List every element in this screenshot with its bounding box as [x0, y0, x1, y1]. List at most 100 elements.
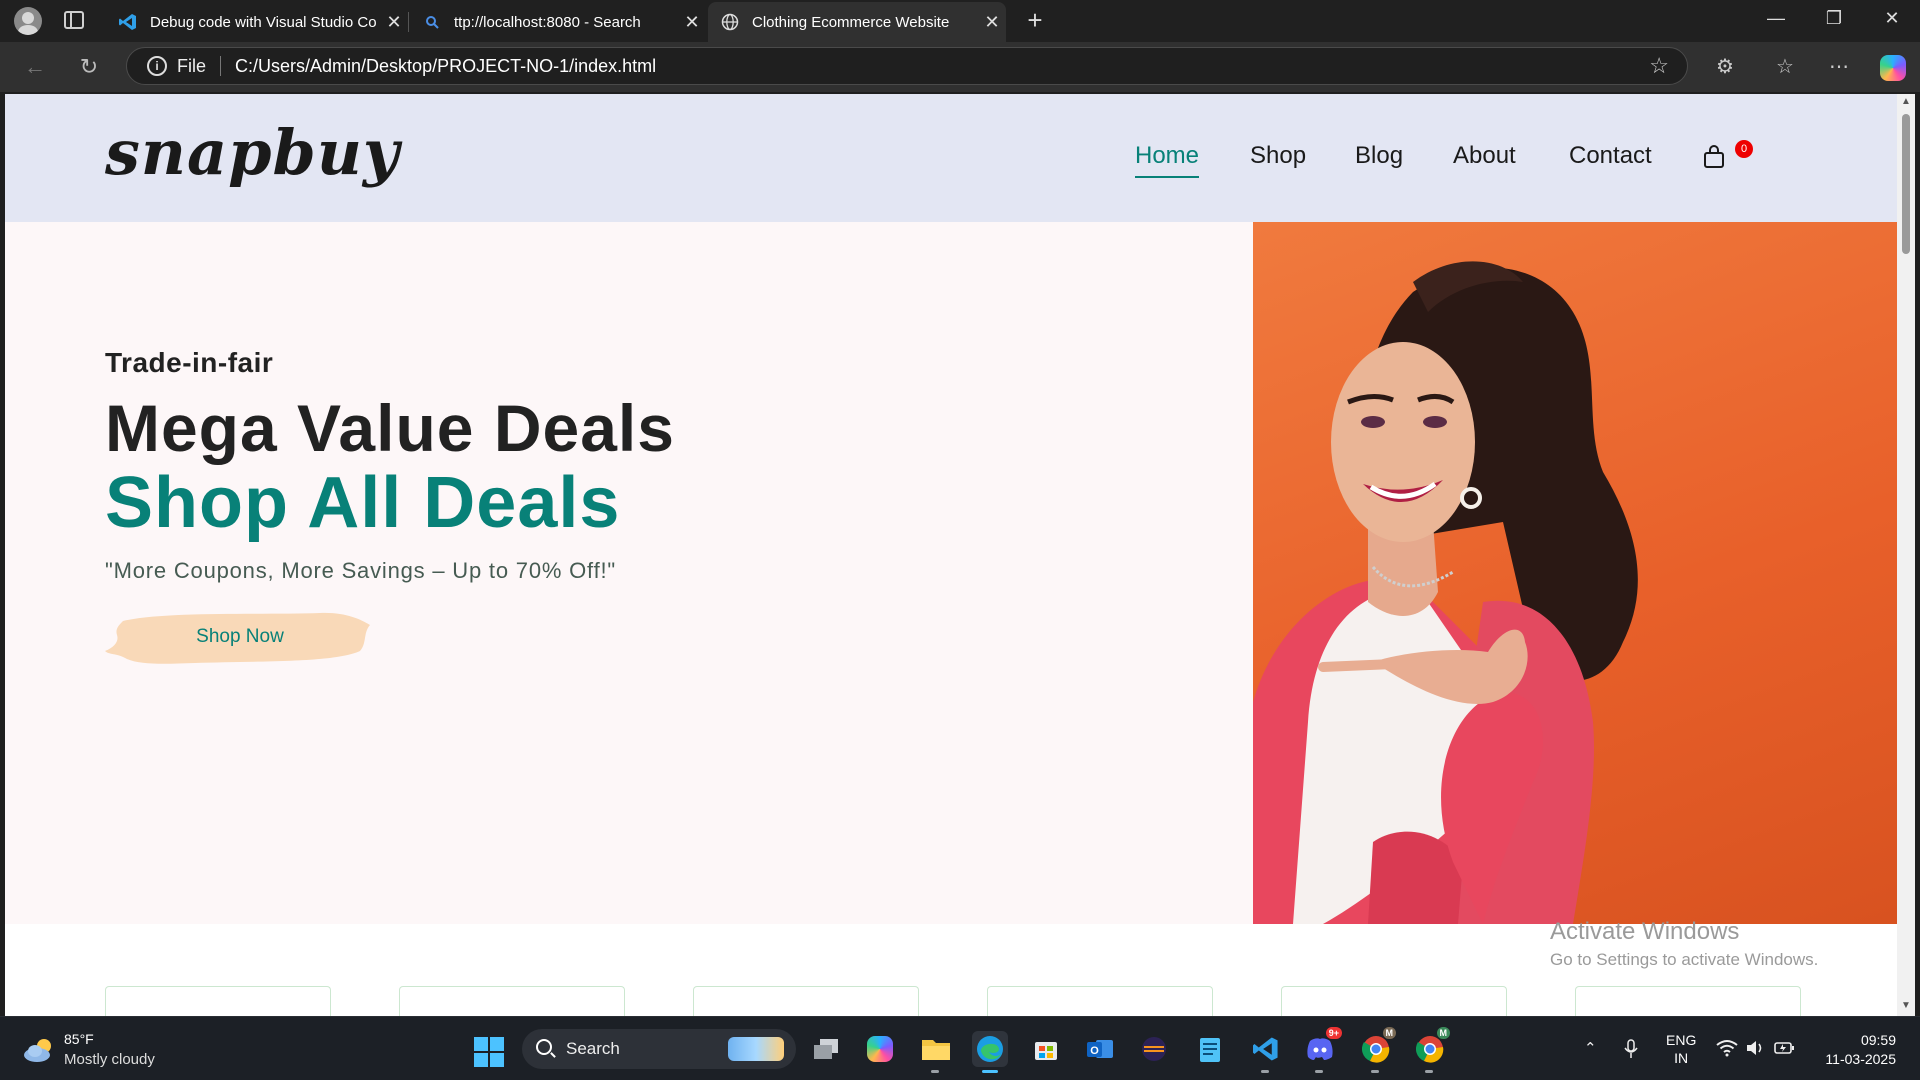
clock-time: 09:59	[1860, 1032, 1896, 1048]
tab-localhost-search[interactable]: ttp://localhost:8080 - Search ✕	[410, 2, 706, 42]
feature-box	[987, 986, 1213, 1016]
address-bar[interactable]: i File C:/Users/Admin/Desktop/PROJECT-NO…	[126, 47, 1688, 85]
chrome-profile-icon[interactable]: M	[1412, 1027, 1450, 1073]
weather-widget[interactable]: 85°F Mostly cloudy	[22, 1031, 182, 1071]
minimize-icon[interactable]: —	[1756, 8, 1796, 36]
close-tab-icon[interactable]: ✕	[380, 12, 408, 33]
wifi-icon[interactable]	[1716, 1039, 1738, 1061]
close-window-icon[interactable]: ✕	[1872, 8, 1912, 36]
microsoft-store-icon[interactable]	[1028, 1031, 1064, 1067]
nav-home[interactable]: Home	[1135, 142, 1200, 178]
nav-blog[interactable]: Blog	[1355, 142, 1403, 170]
profile-avatar-icon[interactable]	[14, 7, 42, 35]
favorite-star-icon[interactable]: ☆	[1649, 53, 1669, 79]
browser-toolbar: ← ↻ i File C:/Users/Admin/Desktop/PROJEC…	[0, 42, 1920, 92]
file-explorer-icon[interactable]	[918, 1031, 954, 1073]
edge-browser-icon[interactable]	[972, 1031, 1008, 1073]
eclipse-ide-icon[interactable]	[1136, 1031, 1172, 1067]
url-text[interactable]: C:/Users/Admin/Desktop/PROJECT-NO-1/inde…	[235, 56, 1649, 77]
refresh-icon[interactable]: ↻	[74, 52, 104, 82]
site-logo[interactable]: snapbuy	[105, 116, 400, 189]
nav-shop[interactable]: Shop	[1250, 142, 1306, 170]
nav-contact[interactable]: Contact	[1569, 142, 1652, 170]
file-scheme-label: File	[177, 55, 207, 76]
taskbar-search-label: Search	[566, 1039, 620, 1058]
outlook-icon[interactable]: O	[1082, 1031, 1118, 1067]
chrome-profile-badge: M	[1436, 1027, 1450, 1039]
hero-tagline: "More Coupons, More Savings – Up to 70% …	[105, 558, 616, 583]
task-view-icon[interactable]	[808, 1031, 844, 1067]
windows-start-icon[interactable]	[474, 1037, 504, 1067]
notepad-icon[interactable]	[1192, 1031, 1228, 1067]
browser-tab-strip: Debug code with Visual Studio Co ✕ ttp:/…	[0, 0, 1920, 42]
scroll-up-arrow-icon[interactable]: ▲	[1900, 96, 1912, 107]
favorites-icon[interactable]: ☆	[1770, 52, 1800, 82]
cloudy-weather-icon	[24, 1039, 51, 1062]
volume-icon[interactable]	[1746, 1039, 1766, 1061]
tab-title: Debug code with Visual Studio Co	[150, 13, 377, 31]
site-header: snapbuy Home Shop Blog About Contact 0	[5, 94, 1897, 222]
hero-eyebrow: Trade-in-fair	[105, 347, 274, 378]
shop-now-button[interactable]: Shop Now	[105, 607, 375, 667]
chrome-icon[interactable]: M	[1358, 1027, 1396, 1073]
windows-taskbar: 85°F Mostly cloudy Search O 9+ M M ⌃ ENG…	[0, 1016, 1920, 1080]
activate-windows-watermark: Activate Windows Go to Settings to activ…	[1550, 918, 1818, 970]
system-clock[interactable]: 09:59 11-03-2025	[1810, 1031, 1896, 1069]
weather-temperature: 85°F	[64, 1031, 94, 1047]
new-tab-button[interactable]: +	[1020, 6, 1050, 36]
scroll-down-arrow-icon[interactable]: ▼	[1900, 1000, 1912, 1011]
show-hidden-icons-icon[interactable]: ⌃	[1584, 1039, 1597, 1057]
microphone-icon[interactable]	[1624, 1039, 1638, 1063]
language-code: ENG	[1666, 1032, 1697, 1048]
address-divider	[220, 56, 222, 76]
clock-date: 11-03-2025	[1825, 1051, 1896, 1067]
back-arrow-icon[interactable]: ←	[20, 52, 50, 82]
search-icon	[422, 12, 442, 32]
svg-text:O: O	[1090, 1045, 1099, 1057]
tab-divider	[408, 12, 409, 32]
input-language-indicator[interactable]: ENG IN	[1666, 1031, 1696, 1067]
scrollbar-thumb[interactable]	[1902, 114, 1910, 254]
feature-box	[1575, 986, 1801, 1016]
tab-vscode-debug[interactable]: Debug code with Visual Studio Co ✕	[106, 2, 408, 42]
feature-box	[399, 986, 625, 1016]
watermark-subtitle: Go to Settings to activate Windows.	[1550, 950, 1819, 969]
feature-box	[105, 986, 331, 1016]
tab-title: Clothing Ecommerce Website	[752, 13, 950, 31]
hero-highlight: Shop All Deals	[105, 463, 621, 543]
vscode-icon	[118, 12, 138, 32]
more-menu-icon[interactable]: ⋯	[1824, 52, 1854, 82]
extensions-icon[interactable]: ⚙	[1710, 52, 1740, 82]
search-icon	[536, 1039, 552, 1055]
copilot-taskbar-icon[interactable]	[862, 1031, 898, 1067]
discord-icon[interactable]: 9+	[1302, 1027, 1342, 1073]
vscode-taskbar-icon[interactable]	[1248, 1031, 1284, 1073]
globe-icon	[720, 12, 740, 32]
tab-actions-icon[interactable]	[64, 11, 84, 29]
region-code: IN	[1674, 1050, 1689, 1066]
hero-headline: Mega Value Deals	[105, 391, 675, 465]
shopping-bag-icon[interactable]	[1701, 144, 1727, 170]
close-tab-icon[interactable]: ✕	[678, 12, 706, 33]
discord-badge: 9+	[1325, 1027, 1342, 1039]
nav-about[interactable]: About	[1453, 142, 1516, 170]
restore-icon[interactable]: ❐	[1814, 8, 1854, 36]
chrome-profile-badge: M	[1382, 1027, 1396, 1039]
hero-model-image	[1253, 222, 1897, 924]
hero-section: Trade-in-fair Mega Value Deals Shop All …	[5, 222, 1897, 924]
site-info-icon[interactable]: i	[147, 56, 167, 76]
page-scrollbar[interactable]: ▲ ▼	[1897, 94, 1915, 1016]
copilot-icon[interactable]	[1880, 55, 1906, 81]
watermark-title: Activate Windows	[1550, 918, 1740, 945]
tab-clothing-ecommerce[interactable]: Clothing Ecommerce Website ✕	[708, 2, 1006, 42]
battery-charging-icon[interactable]	[1774, 1039, 1796, 1061]
page-viewport: snapbuy Home Shop Blog About Contact 0 T…	[5, 94, 1897, 1016]
close-tab-icon[interactable]: ✕	[978, 12, 1006, 33]
search-highlight-image	[728, 1037, 784, 1061]
cart-count-badge: 0	[1735, 140, 1753, 158]
weather-description: Mostly cloudy	[64, 1051, 155, 1068]
shop-now-label: Shop Now	[196, 626, 284, 647]
taskbar-search-box[interactable]: Search	[522, 1029, 796, 1069]
feature-box	[693, 986, 919, 1016]
feature-box	[1281, 986, 1507, 1016]
